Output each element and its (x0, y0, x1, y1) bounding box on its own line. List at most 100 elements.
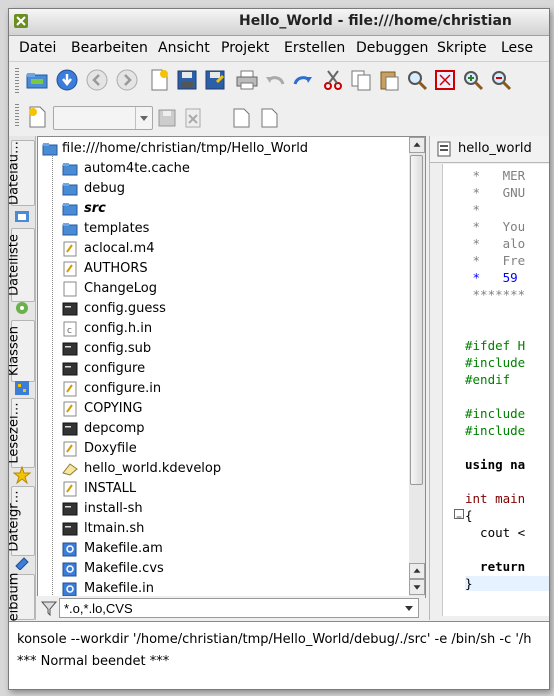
undo-icon[interactable] (263, 68, 287, 92)
toolbar-grip[interactable] (15, 68, 19, 94)
code-area[interactable]: * MER * GNU * * You * alo * Fre * 59 ***… (442, 164, 549, 616)
tree-item-label: depcomp (84, 421, 145, 436)
menu-erstellen[interactable]: Erstellen (284, 40, 345, 56)
menu-projekt[interactable]: Projekt (221, 40, 269, 56)
file-icon: c (62, 321, 78, 337)
window-title: Hello_World - file:///home/christian (239, 13, 512, 29)
fit-icon[interactable] (433, 68, 457, 92)
save-all-icon[interactable] (203, 68, 227, 92)
tree-item-label: Doxyfile (84, 441, 137, 456)
folder-icon (42, 141, 58, 157)
menu-bearbeiten[interactable]: Bearbeiten (71, 40, 148, 56)
paste-icon[interactable] (377, 68, 401, 92)
filter-icon[interactable] (40, 600, 58, 617)
file-icon (62, 341, 78, 357)
class-combo[interactable] (53, 106, 153, 130)
copy-icon[interactable] (349, 68, 373, 92)
code-line: * MER (465, 168, 526, 183)
tab-lesezeichen[interactable]: Lesezei… (8, 398, 35, 468)
filter-input[interactable] (59, 598, 419, 618)
chevron-down-icon[interactable] (135, 107, 152, 129)
file-tree-scrollbar[interactable] (409, 136, 426, 598)
file-icon (62, 361, 78, 377)
menu-lesezeichen[interactable]: Lese (501, 40, 533, 56)
tree-item-label: AUTHORS (84, 261, 148, 276)
title-bar[interactable]: Hello_World - file:///home/christian (9, 9, 549, 36)
redo-icon[interactable] (291, 68, 315, 92)
file-icon (62, 541, 78, 557)
editor-tab[interactable]: hello_world (430, 136, 549, 163)
menu-datei[interactable]: Datei (19, 40, 56, 56)
side-tab-bar: Dateiau… Dateiliste Klassen Lesezei… Dat… (8, 136, 36, 621)
file-icon (62, 281, 78, 297)
filter-bar (37, 596, 425, 620)
menu-skripte[interactable]: Skripte (437, 40, 487, 56)
tree-guide-line (52, 151, 53, 597)
zoom-out-icon[interactable] (489, 68, 513, 92)
code-line: * You (465, 219, 526, 234)
tree-item-label: config.sub (84, 341, 152, 356)
new-class-icon[interactable] (25, 105, 49, 129)
cut-icon[interactable] (321, 68, 345, 92)
tab-dateibaum[interactable]: eibaum (9, 573, 35, 621)
menu-ansicht[interactable]: Ansicht (158, 40, 210, 56)
zoom-in-icon[interactable] (461, 68, 485, 92)
tree-item-label: COPYING (84, 401, 143, 416)
open-project-icon[interactable] (25, 68, 49, 92)
kdevelop-app-icon[interactable] (13, 13, 29, 29)
scroll-up-button-2[interactable] (409, 563, 425, 579)
forward-icon[interactable] (115, 68, 139, 92)
close-disabled-icon[interactable] (181, 106, 205, 130)
tab-label: Lesezei… (8, 402, 22, 464)
code-line: #include (465, 423, 526, 438)
file-icon (62, 401, 78, 417)
tree-item-label: Makefile.in (84, 581, 155, 596)
code-line: int main (465, 491, 526, 506)
tree-item-label: hello_world.kdevelop (84, 461, 222, 476)
tree-item-label: debug (84, 181, 125, 196)
tab-klassen[interactable]: Klassen (9, 320, 35, 382)
scroll-down-button[interactable] (409, 579, 425, 595)
download-icon[interactable] (55, 68, 79, 92)
tab-label: Dateigr… (8, 490, 22, 552)
tree-item-label: INSTALL (84, 481, 137, 496)
chevron-down-icon[interactable] (401, 600, 417, 616)
file-icon (62, 501, 78, 517)
tab-dateiliste[interactable]: Dateiliste (9, 228, 35, 302)
toolbar-grip-2[interactable] (15, 104, 19, 128)
output-line: konsole --workdir '/home/christian/tmp/H… (17, 632, 532, 647)
print-icon[interactable] (235, 68, 259, 92)
file-list-icon[interactable] (14, 300, 30, 316)
file-selector-icon[interactable] (14, 208, 30, 224)
file-groups-icon[interactable] (14, 554, 30, 571)
document-2-icon[interactable] (257, 106, 281, 130)
code-line: return (465, 559, 526, 574)
menu-bar: Datei Bearbeiten Ansicht Projekt Erstell… (9, 36, 549, 60)
main-toolbar (9, 61, 549, 100)
tab-dateigruppen[interactable]: Dateigr… (8, 486, 35, 556)
save-disabled-icon[interactable] (155, 106, 179, 130)
back-icon[interactable] (85, 68, 109, 92)
cpp-file-icon (436, 141, 452, 157)
star-icon[interactable] (12, 465, 32, 485)
scroll-thumb[interactable] (410, 155, 423, 485)
menu-debuggen[interactable]: Debuggen (356, 40, 428, 56)
new-file-icon[interactable] (147, 68, 171, 92)
find-icon[interactable] (405, 68, 429, 92)
tree-item-label: configure (84, 361, 146, 376)
output-panel[interactable]: konsole --workdir '/home/christian/tmp/H… (9, 621, 549, 689)
code-line: { (465, 508, 473, 523)
classes-icon[interactable] (14, 380, 30, 396)
file-icon (62, 381, 78, 397)
folder-icon (62, 201, 78, 217)
file-tree[interactable]: file:///home/christian/tmp/Hello_World a… (37, 136, 411, 598)
tree-item-label: install-sh (84, 501, 143, 516)
tab-dateiauswahl[interactable]: Dateiau… (9, 140, 35, 206)
document-icon[interactable] (229, 106, 253, 130)
scroll-up-button[interactable] (409, 137, 425, 153)
svg-text:c: c (67, 326, 72, 336)
code-line: * GNU (465, 185, 526, 200)
fold-toggle-icon[interactable] (454, 509, 464, 519)
tree-item-label: Makefile.cvs (84, 561, 164, 576)
save-icon[interactable] (175, 68, 199, 92)
